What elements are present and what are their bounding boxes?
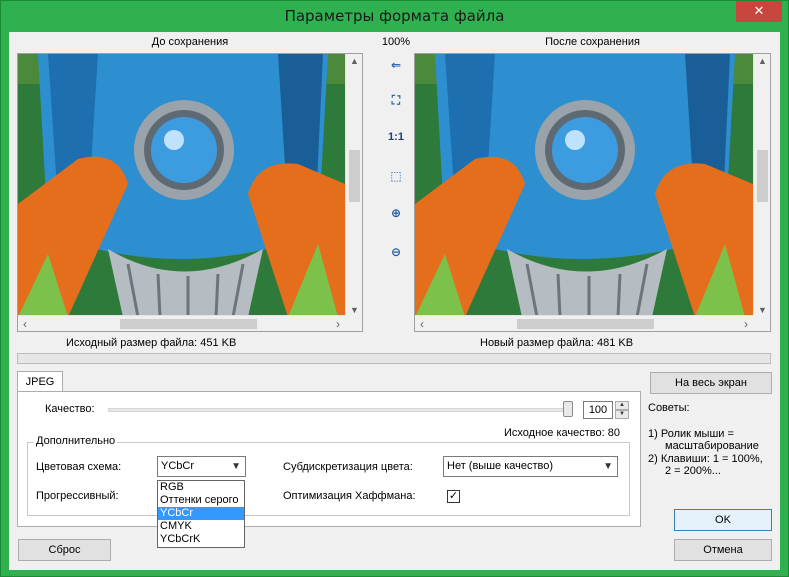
huffman-label: Оптимизация Хаффмана:	[283, 490, 416, 502]
huffman-checkbox[interactable]: ✓	[447, 490, 460, 503]
after-preview[interactable]: ▲ ▼ ‹ ›	[414, 53, 771, 332]
chevron-down-icon: ▼	[603, 461, 613, 472]
progress-bar	[17, 353, 771, 364]
tips-line: масштабирование	[665, 440, 759, 452]
after-pane-title: После сохранения	[545, 36, 640, 48]
close-button[interactable]: ✕	[736, 1, 782, 22]
dropdown-option-selected[interactable]: YCbCr	[158, 507, 244, 520]
tips-line: 1) Ролик мыши =	[648, 428, 734, 440]
sync-arrow-icon[interactable]: ⇐	[386, 58, 406, 76]
scroll-thumb[interactable]	[757, 150, 768, 202]
scroll-corner	[345, 315, 362, 331]
before-pane-title: До сохранения	[151, 36, 229, 48]
dropdown-option[interactable]: RGB	[158, 481, 244, 494]
dropdown-option[interactable]: CMYK	[158, 520, 244, 533]
scroll-up-icon[interactable]: ▲	[346, 56, 362, 66]
before-horizontal-scrollbar[interactable]: ‹ ›	[18, 315, 345, 331]
scroll-thumb[interactable]	[349, 150, 360, 202]
advanced-group-title: Дополнительно	[34, 435, 118, 447]
tips-line: 2) Клавиши: 1 = 100%,	[648, 453, 763, 465]
scroll-thumb[interactable]	[120, 319, 257, 329]
jpeg-settings-panel: Качество: 100 ▲ ▼ Исходное качество: 80 …	[17, 391, 641, 527]
quality-label: Качество:	[45, 403, 95, 415]
zoom-out-icon[interactable]: ⊖	[386, 245, 406, 263]
quality-slider-thumb[interactable]	[563, 401, 573, 417]
fit-window-icon[interactable]: ⛶	[386, 93, 406, 111]
quality-spinner[interactable]: ▲ ▼	[615, 401, 629, 419]
chevron-down-icon: ▼	[231, 461, 241, 472]
color-scheme-value: YCbCr	[161, 460, 195, 472]
fit-width-icon[interactable]: ⬚	[386, 169, 406, 187]
cancel-button[interactable]: Отмена	[674, 539, 772, 561]
before-vertical-scrollbar[interactable]: ▲ ▼	[345, 54, 362, 317]
spin-down-icon[interactable]: ▼	[615, 410, 629, 419]
dropdown-option[interactable]: Оттенки серого	[158, 494, 244, 507]
scroll-right-icon[interactable]: ›	[336, 316, 340, 331]
color-scheme-label: Цветовая схема:	[36, 461, 122, 473]
before-image	[18, 54, 345, 317]
new-file-size: Новый размер файла: 481 KB	[480, 337, 634, 349]
window-title: Параметры формата файла	[284, 7, 505, 25]
scroll-right-icon[interactable]: ›	[744, 316, 748, 331]
spin-up-icon[interactable]: ▲	[615, 401, 629, 410]
color-scheme-select[interactable]: YCbCr ▼	[157, 456, 246, 477]
tab-jpeg[interactable]: JPEG	[17, 371, 63, 392]
quality-slider-track[interactable]	[108, 408, 568, 412]
scroll-left-icon[interactable]: ‹	[420, 316, 424, 331]
ok-button[interactable]: OK	[674, 509, 772, 531]
original-file-size: Исходный размер файла: 451 KB	[66, 337, 237, 349]
subsampling-value: Нет (выше качество)	[447, 460, 554, 472]
dialog-window: Параметры формата файла ✕ До сохранения …	[0, 0, 789, 577]
progressive-label: Прогрессивный:	[36, 490, 119, 502]
quality-input[interactable]: 100	[583, 401, 613, 419]
dropdown-option[interactable]: YCbCrK	[158, 533, 244, 546]
after-vertical-scrollbar[interactable]: ▲ ▼	[753, 54, 770, 317]
reset-button[interactable]: Сброс	[18, 539, 111, 561]
scroll-down-icon[interactable]: ▼	[346, 305, 362, 315]
subsampling-select[interactable]: Нет (выше качество) ▼	[443, 456, 618, 477]
scroll-corner	[753, 315, 770, 331]
original-quality: Исходное качество: 80	[504, 427, 620, 439]
scroll-down-icon[interactable]: ▼	[754, 305, 770, 315]
zoom-in-icon[interactable]: ⊕	[386, 206, 406, 224]
advanced-group: Дополнительно Цветовая схема: YCbCr ▼ Су…	[27, 435, 630, 516]
zoom-level: 100%	[381, 36, 411, 48]
tips-title: Советы:	[648, 402, 690, 414]
actual-size-icon[interactable]: 1:1	[386, 131, 406, 149]
scroll-up-icon[interactable]: ▲	[754, 56, 770, 66]
scroll-left-icon[interactable]: ‹	[23, 316, 27, 331]
color-scheme-dropdown[interactable]: RGB Оттенки серого YCbCr CMYK YCbCrK	[157, 480, 245, 548]
after-image	[415, 54, 753, 317]
before-preview[interactable]: ▲ ▼ ‹ ›	[17, 53, 363, 332]
fullscreen-button[interactable]: На весь экран	[650, 372, 772, 394]
tips-line: 2 = 200%...	[665, 465, 721, 477]
after-horizontal-scrollbar[interactable]: ‹ ›	[415, 315, 753, 331]
dialog-client: До сохранения 100% После сохранения ▲ ▼ …	[9, 32, 780, 570]
subsampling-label: Субдискретизация цвета:	[283, 461, 413, 473]
scroll-thumb[interactable]	[517, 319, 654, 329]
